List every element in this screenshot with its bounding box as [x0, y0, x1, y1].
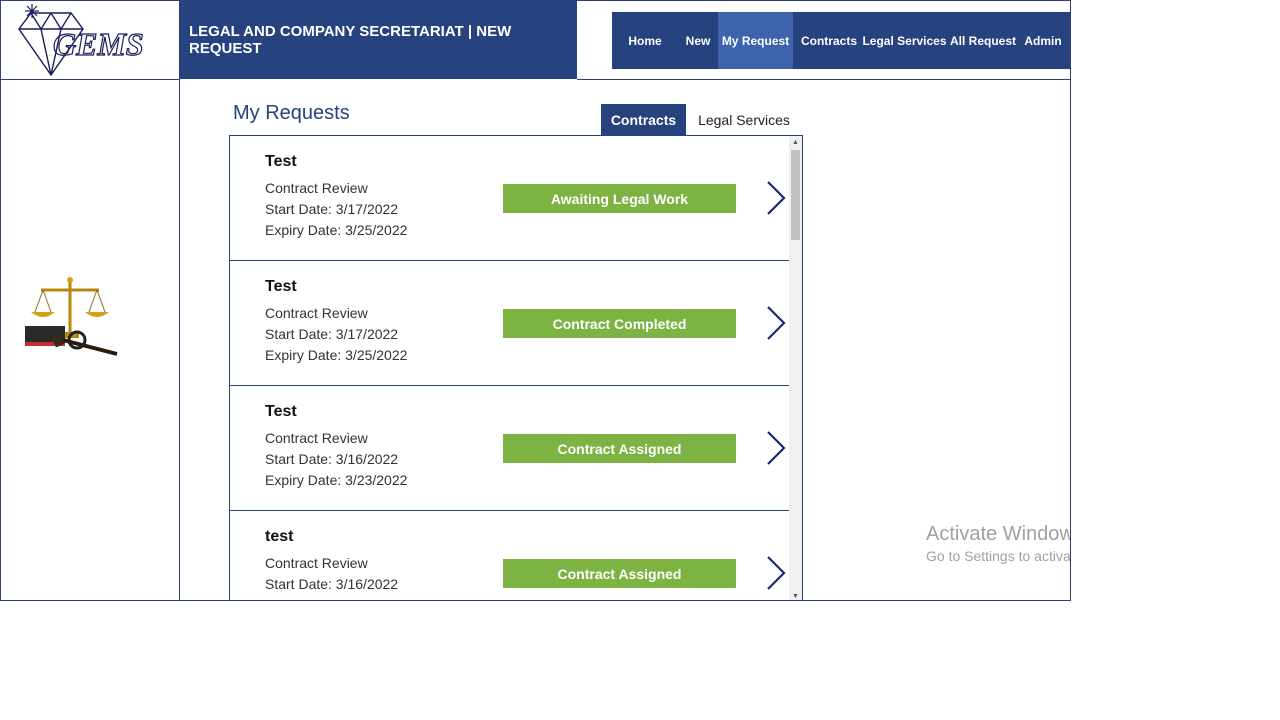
scrollbar[interactable]: ▲ ▼ — [789, 136, 802, 600]
logo-wordmark: GEMS — [53, 26, 144, 62]
request-card[interactable]: Test Contract Review Start Date: 3/16/20… — [230, 386, 790, 511]
request-start-date: Start Date: 3/17/2022 — [265, 326, 399, 342]
tab-contracts[interactable]: Contracts — [601, 104, 686, 135]
request-type: Contract Review — [265, 430, 368, 446]
status-badge: Contract Assigned — [503, 434, 736, 463]
chevron-right-icon[interactable] — [764, 555, 788, 591]
request-title: Test — [265, 403, 297, 420]
status-badge: Awaiting Legal Work — [503, 184, 736, 213]
scroll-down-icon[interactable]: ▼ — [789, 590, 802, 600]
request-type: Contract Review — [265, 305, 368, 321]
chevron-right-icon[interactable] — [764, 305, 788, 341]
scales-of-justice-icon — [25, 277, 118, 356]
request-card[interactable]: Test Contract Review Start Date: 3/17/20… — [230, 261, 790, 386]
watermark-line2: Go to Settings to activate Windows. — [926, 548, 1071, 564]
request-start-date: Start Date: 3/16/2022 — [265, 576, 399, 592]
header-divider — [577, 79, 1070, 80]
scroll-up-icon[interactable]: ▲ — [789, 136, 802, 148]
activation-watermark: Activate Windows Go to Settings to activ… — [926, 523, 1071, 564]
header-banner-text: LEGAL AND COMPANY SECRETARIAT | NEW REQU… — [189, 23, 512, 57]
request-type: Contract Review — [265, 180, 368, 196]
request-title: Test — [265, 153, 297, 170]
request-card[interactable]: Test Contract Review Start Date: 3/17/20… — [230, 136, 790, 261]
nav-admin[interactable]: Admin — [1022, 12, 1064, 69]
left-panel — [1, 80, 180, 600]
chevron-right-icon[interactable] — [764, 430, 788, 466]
request-expiry-date: Expiry Date: 3/23/2022 — [265, 472, 408, 488]
nav-my-request[interactable]: My Request — [718, 12, 793, 69]
nav-contracts[interactable]: Contracts — [793, 12, 865, 69]
header-banner: LEGAL AND COMPANY SECRETARIAT | NEW REQU… — [180, 1, 577, 79]
request-expiry-date: Expiry Date: 3/25/2022 — [265, 222, 408, 238]
request-title: Test — [265, 278, 297, 295]
chevron-right-icon[interactable] — [764, 180, 788, 216]
gems-logo: GEMS — [18, 4, 144, 77]
top-nav: Home New My Request Contracts Legal Serv… — [612, 12, 1070, 69]
tab-legal-services[interactable]: Legal Services — [689, 104, 799, 135]
request-start-date: Start Date: 3/17/2022 — [265, 201, 399, 217]
status-badge: Contract Completed — [503, 309, 736, 338]
nav-home[interactable]: Home — [612, 12, 678, 69]
nav-all-request[interactable]: All Request — [944, 12, 1022, 69]
status-badge: Contract Assigned — [503, 559, 736, 588]
watermark-line1: Activate Windows — [926, 523, 1071, 545]
request-card[interactable]: test Contract Review Start Date: 3/16/20… — [230, 511, 790, 600]
request-start-date: Start Date: 3/16/2022 — [265, 451, 399, 467]
page-title: My Requests — [233, 102, 350, 124]
logo-area: GEMS — [1, 1, 180, 80]
request-type: Contract Review — [265, 555, 368, 571]
requests-list[interactable]: Test Contract Review Start Date: 3/17/20… — [229, 135, 803, 600]
request-title: test — [265, 528, 294, 545]
scroll-thumb[interactable] — [791, 150, 800, 240]
nav-legal-services[interactable]: Legal Services — [862, 12, 946, 69]
app-frame: GEMS LEGAL AND COMPANY SECRETARIAT | NEW… — [0, 0, 1071, 601]
nav-new[interactable]: New — [678, 12, 718, 69]
request-expiry-date: Expiry Date: 3/25/2022 — [265, 347, 408, 363]
